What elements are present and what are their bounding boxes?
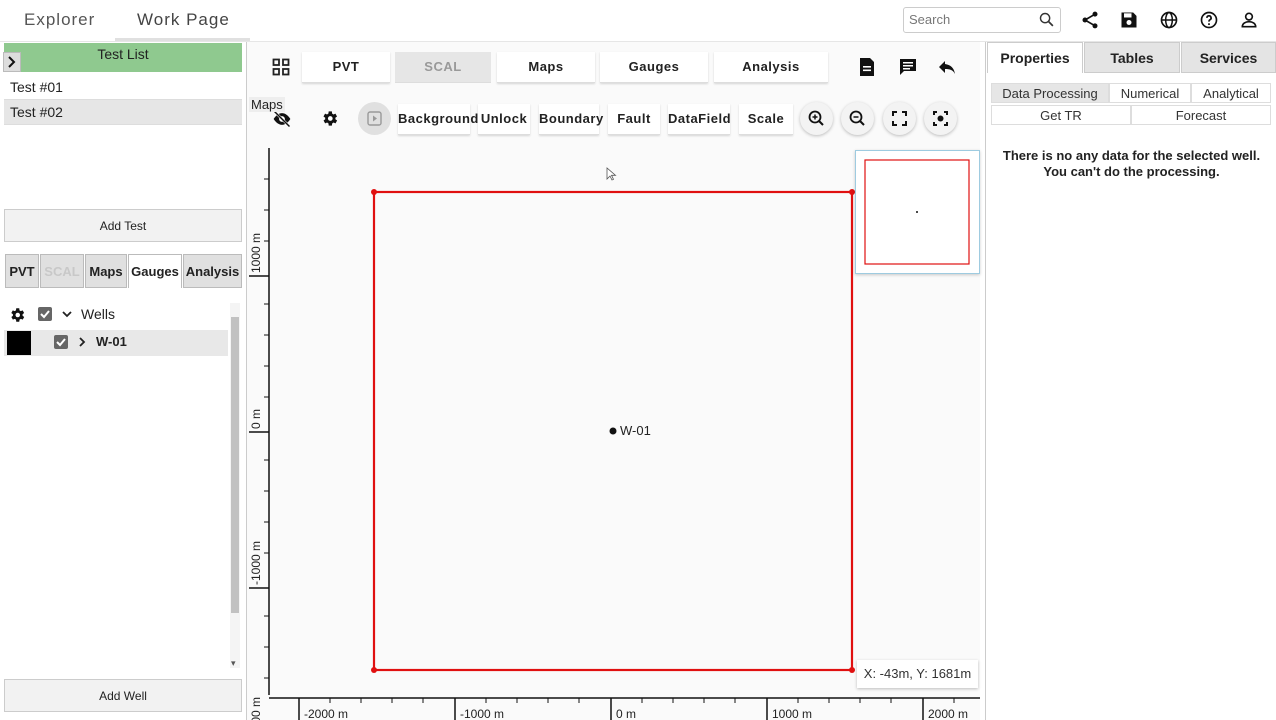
module-button-scal[interactable]: SCAL — [395, 52, 491, 83]
search-icon[interactable] — [1038, 11, 1055, 28]
map-layer-label: Maps — [249, 97, 285, 112]
x-tick-label: 2000 m — [928, 707, 968, 720]
play-frame-button[interactable] — [358, 102, 391, 135]
zoom-in-icon — [808, 110, 824, 126]
search-input[interactable] — [909, 11, 1033, 28]
chevron-down-icon[interactable] — [60, 307, 74, 321]
y-tick-label: -2000 m — [249, 697, 263, 720]
left-tab-maps[interactable]: Maps — [85, 254, 127, 288]
module-button-gauges[interactable]: Gauges — [600, 52, 708, 83]
collapse-panel-button[interactable] — [3, 52, 21, 72]
well-marker — [609, 427, 617, 435]
language-globe-icon[interactable] — [1159, 10, 1179, 30]
background-button[interactable]: Background — [398, 104, 478, 135]
zoom-out-button[interactable] — [841, 102, 874, 135]
right-tab-tables[interactable]: Tables — [1084, 42, 1180, 73]
x-tick-label: -2000 m — [304, 707, 348, 720]
scroll-down-arrow-icon[interactable]: ▾ — [231, 658, 236, 669]
y-tick-label: -1000 m — [249, 541, 263, 585]
tree-scrollbar[interactable] — [230, 303, 240, 668]
zoom-out-icon — [849, 110, 865, 126]
play-frame-icon — [367, 111, 382, 126]
subtab-analytical[interactable]: Analytical — [1191, 83, 1271, 103]
module-button-pvt[interactable]: PVT — [302, 52, 390, 83]
map-settings-gear-icon[interactable] — [320, 109, 339, 128]
subtab-forecast[interactable]: Forecast — [1131, 105, 1271, 125]
y-tick-label: 0 m — [249, 409, 263, 429]
x-tick-label: 0 m — [616, 707, 636, 720]
grid-view-icon[interactable] — [272, 58, 290, 76]
well-checkbox[interactable] — [54, 335, 68, 349]
scale-button[interactable]: Scale — [739, 104, 793, 135]
test-list-item[interactable]: Test #01 — [4, 75, 242, 100]
zoom-in-button[interactable] — [800, 102, 833, 135]
subtab-numerical[interactable]: Numerical — [1109, 83, 1191, 103]
subtab-data-processing[interactable]: Data Processing — [991, 83, 1109, 103]
share-icon[interactable] — [1080, 10, 1100, 30]
save-icon[interactable] — [1119, 10, 1139, 30]
fault-button[interactable]: Fault — [608, 104, 660, 135]
left-panel — [0, 42, 247, 720]
right-tab-properties[interactable]: Properties — [987, 42, 1083, 73]
active-tab-indicator — [115, 38, 250, 41]
add-test-button[interactable]: Add Test — [4, 209, 242, 242]
module-button-maps[interactable]: Maps — [497, 52, 595, 83]
wells-checkbox[interactable] — [38, 307, 52, 321]
well-map-label: W-01 — [620, 423, 651, 438]
center-focus-button[interactable] — [924, 102, 957, 135]
subtab-get-tr[interactable]: Get TR — [991, 105, 1131, 125]
fit-extent-button[interactable] — [883, 102, 916, 135]
x-tick-label: 1000 m — [772, 707, 812, 720]
fullscreen-icon — [892, 111, 907, 126]
left-tab-gauges[interactable]: Gauges — [128, 254, 182, 288]
cursor-coordinates: X: -43m, Y: 1681m — [857, 660, 978, 688]
test-list-item[interactable]: Test #02 — [4, 100, 242, 125]
undo-reply-icon[interactable] — [937, 57, 957, 77]
left-tab-scal[interactable]: SCAL — [40, 254, 84, 288]
help-icon[interactable] — [1199, 10, 1219, 30]
tab-explorer[interactable]: Explorer — [24, 10, 95, 30]
chevron-right-icon[interactable] — [75, 335, 89, 349]
gear-icon[interactable] — [8, 306, 26, 324]
left-tab-analysis[interactable]: Analysis — [183, 254, 242, 288]
tab-work-page[interactable]: Work Page — [137, 10, 230, 30]
comment-icon[interactable] — [898, 57, 918, 77]
well-color-swatch[interactable] — [7, 331, 31, 355]
x-tick-label: -1000 m — [460, 707, 504, 720]
test-list-header: Test List — [4, 43, 242, 72]
y-tick-label: 1000 m — [249, 233, 263, 273]
module-button-analysis[interactable]: Analysis — [714, 52, 828, 83]
overview-minimap[interactable] — [855, 150, 980, 274]
chevron-right-icon — [8, 56, 16, 68]
add-well-button[interactable]: Add Well — [4, 679, 242, 712]
tree-root-label[interactable]: Wells — [81, 306, 115, 322]
boundary-button[interactable]: Boundary — [539, 104, 603, 135]
datafield-button[interactable]: DataField — [668, 104, 731, 135]
search-box — [903, 7, 1061, 33]
left-tab-pvt[interactable]: PVT — [5, 254, 39, 288]
right-tab-services[interactable]: Services — [1181, 42, 1276, 73]
unlock-button[interactable]: Unlock — [478, 104, 530, 135]
document-icon[interactable] — [858, 57, 876, 77]
right-panel — [985, 42, 1276, 720]
visibility-off-icon[interactable] — [272, 110, 292, 128]
no-data-message: There is no any data for the selected we… — [1002, 148, 1261, 179]
focus-target-icon — [933, 111, 948, 126]
tree-well-label[interactable]: W-01 — [96, 334, 127, 349]
user-account-icon[interactable] — [1239, 10, 1259, 30]
